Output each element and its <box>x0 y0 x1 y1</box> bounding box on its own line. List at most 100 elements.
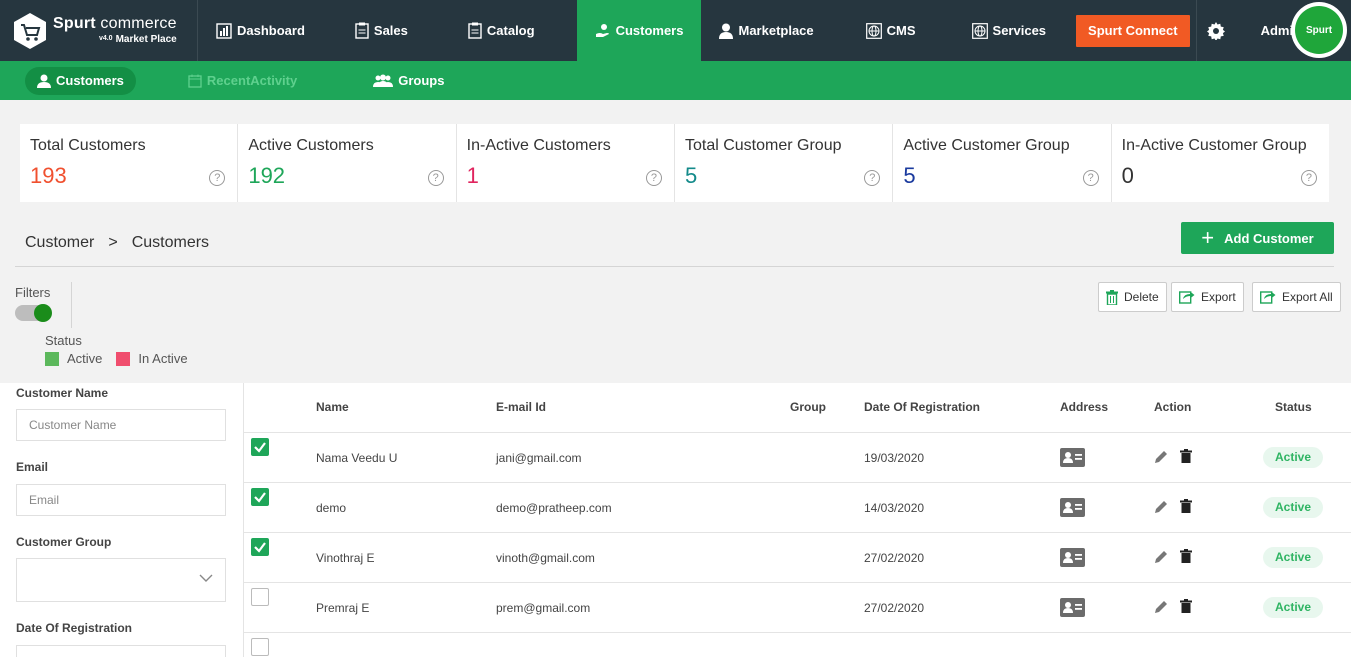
stat-value: 5 <box>684 163 698 188</box>
check-icon <box>254 542 266 553</box>
row-checkbox[interactable] <box>251 488 269 506</box>
subnav-customers[interactable]: Customers <box>25 66 136 95</box>
add-customer-button[interactable]: + Add Customer <box>1181 222 1334 254</box>
nav-customers-label: Customers <box>615 23 684 38</box>
cell-name: Premraj E <box>316 601 370 615</box>
delete-button[interactable]: Delete <box>1098 282 1167 312</box>
help-icon[interactable]: ? <box>427 170 444 186</box>
trash-icon[interactable] <box>1180 599 1192 613</box>
stat-card: Active Customers 192 ? <box>238 124 457 202</box>
header-status[interactable]: Status <box>1275 400 1312 414</box>
clipboard-icon <box>355 22 369 39</box>
stat-label: Total Customers <box>30 137 146 154</box>
row-checkbox[interactable] <box>251 438 269 456</box>
export-all-button[interactable]: Export All <box>1252 282 1341 312</box>
email-input[interactable]: Email <box>16 484 226 516</box>
header-date[interactable]: Date Of Registration <box>864 400 980 414</box>
help-icon[interactable]: ? <box>645 170 662 186</box>
nav-catalog[interactable]: Catalog <box>426 0 553 61</box>
edit-icon[interactable] <box>1154 500 1168 514</box>
cell-date: 27/02/2020 <box>864 551 925 565</box>
main-nav: Dashboard Sales Catalog Customers Market… <box>198 0 1064 61</box>
filters-toggle[interactable] <box>15 304 52 322</box>
export-icon <box>1179 291 1195 304</box>
brand-name-light: commerce <box>95 15 177 32</box>
subnav-groups-label: Groups <box>398 73 445 88</box>
address-card-icon[interactable] <box>1060 448 1085 467</box>
stat-value: 5 <box>903 163 916 188</box>
trash-icon[interactable] <box>1180 449 1192 463</box>
delete-label: Delete <box>1124 290 1159 304</box>
stat-card: Total Customers 193 ? <box>20 124 239 202</box>
brand-version: v4.0 <box>98 35 113 42</box>
subnav-groups[interactable]: Groups <box>361 67 456 95</box>
trash-icon[interactable] <box>1180 549 1192 563</box>
header-group[interactable]: Group <box>790 400 826 414</box>
date-registration-input[interactable] <box>16 645 226 657</box>
breadcrumb-parent[interactable]: Customer <box>25 234 94 252</box>
nav-sales[interactable]: Sales <box>323 0 426 61</box>
cell-date: 19/03/2020 <box>864 451 925 465</box>
help-icon[interactable]: ? <box>1300 170 1317 186</box>
spurt-connect-button[interactable]: Spurt Connect <box>1076 14 1190 47</box>
nav-cms[interactable]: CMS <box>832 0 934 61</box>
export-button[interactable]: Export <box>1171 282 1244 312</box>
table-row: Premraj E prem@gmail.com 27/02/2020 Acti… <box>244 583 1351 633</box>
nav-dashboard[interactable]: Dashboard <box>198 0 323 61</box>
subnav-recent-activity[interactable]: RecentActivity <box>176 67 309 95</box>
cell-name: Vinothraj E <box>316 551 375 565</box>
stat-card: In-Active Customer Group 0 ? <box>1111 124 1329 202</box>
divider <box>15 266 1334 267</box>
status-badge: Active <box>1263 597 1323 618</box>
nav-dashboard-label: Dashboard <box>237 23 305 38</box>
brand-subtitle: Market Place <box>115 34 177 45</box>
address-card-icon[interactable] <box>1060 498 1085 517</box>
status-badge: Active <box>1263 547 1323 568</box>
stat-card: Total Customer Group 5 ? <box>674 124 894 202</box>
trash-icon <box>1106 289 1118 305</box>
user-icon <box>37 74 51 88</box>
address-card-icon[interactable] <box>1060 548 1085 567</box>
customers-table: Name E-mail Id Group Date Of Registratio… <box>243 383 1351 657</box>
customer-name-label: Customer Name <box>16 386 109 400</box>
row-checkbox[interactable] <box>251 588 269 606</box>
edit-icon[interactable] <box>1154 450 1168 464</box>
add-customer-label: Add Customer <box>1224 230 1314 246</box>
stat-label: Active Customers <box>248 137 374 154</box>
legend-inactive-label: In Active <box>138 351 188 366</box>
nav-marketplace[interactable]: Marketplace <box>701 0 831 61</box>
plus-icon: + <box>1201 225 1215 250</box>
header-address: Address <box>1060 400 1109 414</box>
user-icon <box>719 23 734 39</box>
row-checkbox[interactable] <box>251 638 269 656</box>
cell-email: demo@pratheep.com <box>496 501 612 515</box>
nav-services[interactable]: Services <box>934 0 1065 61</box>
table-row-partial <box>244 633 1351 657</box>
row-checkbox[interactable] <box>251 538 269 556</box>
stat-card: Active Customer Group 5 ? <box>893 124 1112 202</box>
legend-active-label: Active <box>67 351 103 366</box>
clipboard-icon <box>468 22 482 39</box>
header-email[interactable]: E-mail Id <box>496 400 546 414</box>
brand-logo[interactable]: Spurt commerce v4.0 Market Place <box>0 0 198 61</box>
edit-icon[interactable] <box>1154 600 1168 614</box>
nav-cms-label: CMS <box>886 23 916 38</box>
customer-name-input[interactable]: Customer Name <box>16 409 226 441</box>
email-label: Email <box>16 460 49 474</box>
sub-navbar: Customers RecentActivity Groups <box>0 61 1351 100</box>
trash-icon[interactable] <box>1180 499 1192 513</box>
stat-label: Total Customer Group <box>684 137 842 154</box>
customer-group-label: Customer Group <box>16 535 112 549</box>
table-header: Name E-mail Id Group Date Of Registratio… <box>244 383 1351 433</box>
nav-customers[interactable]: Customers <box>576 0 702 61</box>
customer-group-select[interactable] <box>16 558 226 602</box>
help-icon[interactable]: ? <box>1082 170 1099 186</box>
avatar[interactable]: Spurt <box>1291 2 1347 58</box>
gear-icon[interactable] <box>1206 21 1225 40</box>
address-card-icon[interactable] <box>1060 598 1085 617</box>
stat-card: In-Active Customers 1 ? <box>456 124 675 202</box>
edit-icon[interactable] <box>1154 550 1168 564</box>
header-name[interactable]: Name <box>316 400 349 414</box>
cell-date: 27/02/2020 <box>864 601 925 615</box>
cell-date: 14/03/2020 <box>864 501 925 515</box>
